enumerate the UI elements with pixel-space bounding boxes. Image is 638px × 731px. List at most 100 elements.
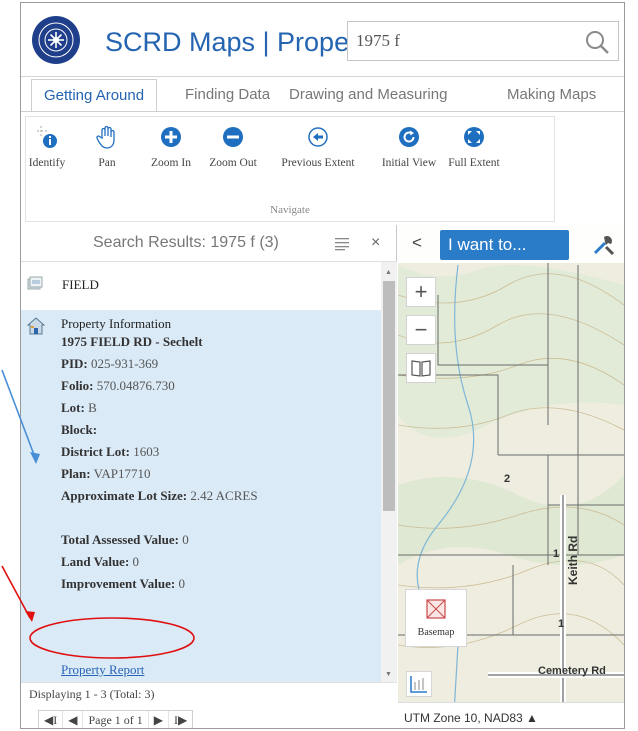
results-header: Search Results: 1975 f (3) ×: [21, 225, 397, 262]
zoom-out-button[interactable]: Zoom Out: [198, 125, 268, 169]
full-extent-label: Full Extent: [448, 157, 500, 169]
map-view[interactable]: 2 1 1 Keith Rd Cemetery Rd < I want to..…: [398, 225, 624, 728]
parcel-label-2: 2: [504, 473, 511, 485]
zoom-in-button[interactable]: Zoom In: [136, 125, 206, 169]
first-page-button[interactable]: ◀I: [39, 711, 64, 728]
district-lot-value: 1603: [133, 444, 160, 459]
plan-value: VAP17710: [93, 466, 151, 481]
ribbon-tab-bar: Getting Around Finding Data Drawing and …: [21, 79, 624, 112]
tab-getting-around[interactable]: Getting Around: [31, 79, 158, 112]
keith-road-label: Keith Rd: [566, 535, 580, 585]
book-icon: [411, 360, 431, 377]
block-label: Block:: [61, 422, 98, 437]
identify-icon: [37, 126, 57, 148]
tab-finding-data[interactable]: Finding Data: [173, 79, 282, 111]
scroll-up-arrow[interactable]: ▲: [385, 269, 392, 276]
folio-value: 570.04876.730: [96, 378, 175, 393]
search-input[interactable]: [356, 28, 576, 54]
search-icon[interactable]: [584, 29, 610, 55]
results-scrollbar-thumb[interactable]: [383, 281, 395, 511]
pan-label: Pan: [98, 157, 116, 169]
i-want-to-button[interactable]: I want to...: [440, 230, 569, 260]
layer-icon: [27, 276, 43, 290]
previous-extent-button[interactable]: Previous Extent: [273, 125, 363, 169]
basemap-button[interactable]: Basemap: [405, 589, 467, 647]
tab-drawing-measuring[interactable]: Drawing and Measuring: [277, 79, 459, 111]
full-extent-button[interactable]: Full Extent: [439, 125, 509, 169]
property-result-card[interactable]: Property Information 1975 FIELD RD - Sec…: [21, 310, 381, 682]
pan-button[interactable]: Pan: [72, 125, 142, 169]
zoom-in-icon: [161, 127, 181, 147]
zoom-out-icon: [223, 127, 243, 147]
projection-readout[interactable]: UTM Zone 10, NAD83 ▲: [404, 711, 538, 725]
plan-label: Plan:: [61, 466, 91, 481]
district-lot-row: District Lot: 1603: [61, 444, 159, 460]
initial-view-icon: [399, 127, 419, 147]
district-lot-label: District Lot:: [61, 444, 130, 459]
improvement-label: Improvement Value:: [61, 576, 176, 591]
previous-page-button[interactable]: ◀: [63, 711, 84, 728]
layer-name: FIELD: [62, 277, 99, 292]
ribbon-panel: Identify Pan Zoom In Zoom Out Previous E…: [21, 111, 624, 225]
plan-row: Plan: VAP17710: [61, 466, 150, 482]
parcel-label-1a: 1: [553, 548, 560, 560]
parcel-label-1b: 1: [558, 618, 565, 630]
assessed-label: Total Assessed Value:: [61, 532, 179, 547]
map-zoom-out-button[interactable]: −: [406, 315, 436, 345]
cemetery-road-label: Cemetery Rd: [538, 665, 606, 677]
lot-size-value: 2.42 ACRES: [190, 488, 258, 503]
previous-extent-icon: [308, 127, 328, 147]
lot-label: Lot:: [61, 400, 85, 415]
app-window: SCRD Maps | Properties Getting Around Fi…: [20, 2, 625, 729]
map-status-bar: UTM Zone 10, NAD83 ▲: [398, 702, 624, 728]
last-page-button[interactable]: I▶: [169, 711, 192, 728]
folio-label: Folio:: [61, 378, 94, 393]
property-address: 1975 FIELD RD - Sechelt: [61, 334, 203, 350]
pid-label: PID:: [61, 356, 88, 371]
block-row: Block:: [61, 422, 97, 438]
tab-making-maps[interactable]: Making Maps: [495, 79, 608, 111]
next-page-button[interactable]: ▶: [149, 711, 170, 728]
land-label: Land Value:: [61, 554, 130, 569]
basemap-icon: [426, 599, 446, 619]
results-title: Search Results: 1975 f (3): [93, 234, 279, 251]
scrd-logo: [32, 16, 80, 64]
pid-value: 025-931-369: [90, 356, 159, 371]
screenshot-stage: SCRD Maps | Properties Getting Around Fi…: [0, 0, 638, 731]
result-layer-row[interactable]: FIELD: [21, 262, 381, 306]
pager: ◀I ◀ Page 1 of 1 ▶ I▶: [38, 710, 194, 728]
navigate-group: Identify Pan Zoom In Zoom Out Previous E…: [25, 116, 555, 222]
tools-icon[interactable]: [592, 233, 616, 257]
property-report-link[interactable]: Property Report: [61, 662, 144, 678]
improvement-row: Improvement Value: 0: [61, 576, 185, 592]
results-footer: Displaying 1 - 3 (Total: 3) ◀I ◀ Page 1 …: [21, 682, 397, 728]
basemap-label: Basemap: [417, 627, 455, 638]
initial-view-label: Initial View: [381, 157, 437, 169]
initial-view-button[interactable]: Initial View: [374, 125, 444, 169]
map-zoom-in-button[interactable]: +: [406, 277, 436, 307]
grid-icon: [410, 676, 427, 693]
lot-size-label: Approximate Lot Size:: [61, 488, 188, 503]
list-view-icon[interactable]: [334, 235, 350, 251]
search-box[interactable]: [347, 21, 619, 61]
lot-row: Lot: B: [61, 400, 97, 416]
hand-icon: [96, 125, 115, 149]
navigate-group-label: Navigate: [270, 204, 310, 216]
zoom-out-label: Zoom Out: [209, 157, 257, 169]
collapse-panel-button[interactable]: <: [412, 233, 422, 253]
land-value: 0: [132, 554, 140, 569]
scroll-down-arrow[interactable]: ▼: [385, 671, 392, 678]
coordinate-grid-icon[interactable]: [406, 671, 432, 697]
land-row: Land Value: 0: [61, 554, 139, 570]
assessed-value: 0: [182, 532, 189, 547]
results-list: FIELD Property Information 1975 FIELD RD…: [21, 262, 381, 682]
app-title: SCRD Maps | Properties: [105, 27, 367, 57]
zoom-in-label: Zoom In: [151, 157, 191, 169]
home-icon: [27, 317, 45, 335]
map-toolbar: < I want to...: [398, 225, 624, 263]
close-icon[interactable]: ×: [371, 234, 380, 252]
bookmarks-button[interactable]: [406, 353, 436, 383]
improvement-value: 0: [178, 576, 185, 591]
full-extent-icon: [464, 127, 484, 147]
app-header: SCRD Maps | Properties: [21, 3, 624, 77]
